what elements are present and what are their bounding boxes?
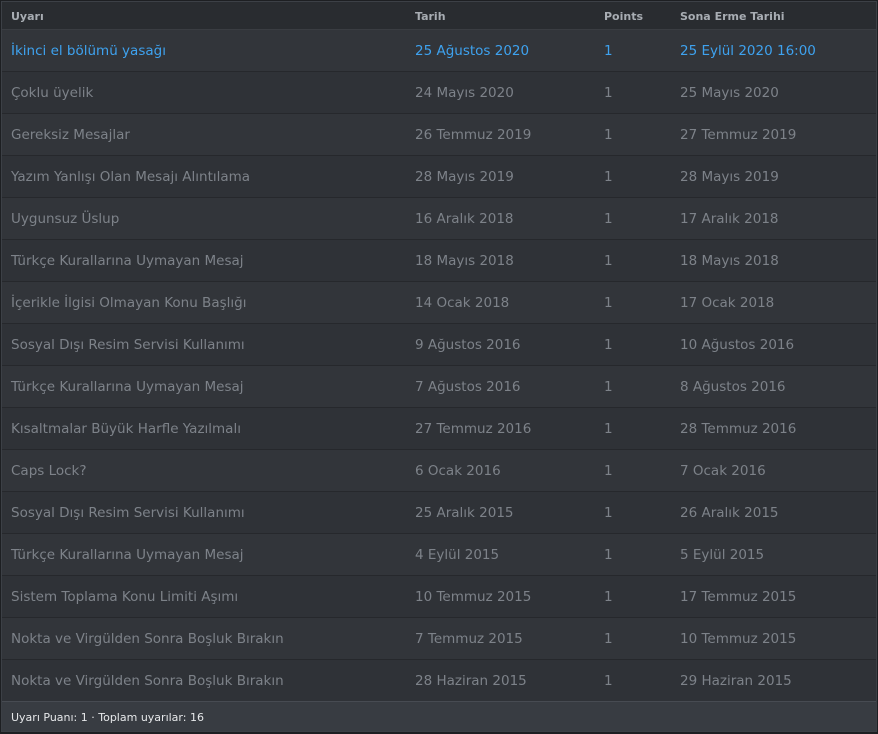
cell-points: 1 bbox=[604, 253, 613, 269]
cell-expiry: 17 Ocak 2018 bbox=[680, 295, 775, 311]
cell-date: 28 Haziran 2015 bbox=[415, 673, 527, 689]
cell-expiry: 28 Mayıs 2019 bbox=[680, 169, 779, 185]
table-row[interactable]: Türkçe Kurallarına Uymayan Mesaj 4 Eylül … bbox=[2, 534, 876, 576]
cell-warning: Gereksiz Mesajlar bbox=[11, 127, 130, 143]
cell-points: 1 bbox=[604, 421, 613, 437]
cell-date: 7 Ağustos 2016 bbox=[415, 379, 521, 395]
cell-expiry: 27 Temmuz 2019 bbox=[680, 127, 797, 143]
table-row[interactable]: İçerikle İlgisi Olmayan Konu Başlığı 14 O… bbox=[2, 282, 876, 324]
cell-points: 1 bbox=[604, 85, 613, 101]
cell-warning: Caps Lock? bbox=[11, 463, 87, 479]
cell-points: 1 bbox=[604, 295, 613, 311]
cell-warning: Sistem Toplama Konu Limiti Aşımı bbox=[11, 589, 239, 605]
table-row[interactable]: Uygunsuz Üslup 16 Aralık 2018 1 17 Aralık 2… bbox=[2, 198, 876, 240]
table-row[interactable]: Çoklu üyelik 24 Mayıs 2020 1 25 Mayıs 2020 bbox=[2, 72, 876, 114]
cell-date: 25 Aralık 2015 bbox=[415, 505, 514, 521]
cell-warning: Çoklu üyelik bbox=[11, 85, 94, 101]
cell-points: 1 bbox=[604, 43, 613, 59]
table-row[interactable]: Nokta ve Virgülden Sonra Boşluk Bırakın 2… bbox=[2, 660, 876, 702]
cell-date: 16 Aralık 2018 bbox=[415, 211, 514, 227]
cell-expiry: 10 Ağustos 2016 bbox=[680, 337, 795, 353]
cell-warning: Uygunsuz Üslup bbox=[11, 211, 120, 227]
cell-expiry: 8 Ağustos 2016 bbox=[680, 379, 786, 395]
cell-date: 27 Temmuz 2016 bbox=[415, 421, 532, 437]
cell-expiry: 25 Mayıs 2020 bbox=[680, 85, 779, 101]
table-header: Uyarı Tarih Points Sona Erme Tarihi bbox=[2, 2, 876, 30]
table-body: İkinci el bölümü yasağı 25 Ağustos 2020 1 2… bbox=[2, 30, 876, 702]
cell-points: 1 bbox=[604, 631, 613, 647]
table-row[interactable]: Nokta ve Virgülden Sonra Boşluk Bırakın 7… bbox=[2, 618, 876, 660]
cell-points: 1 bbox=[604, 337, 613, 353]
warning-summary: Uyarı Puanı: 1 · Toplam uyarılar: 16 bbox=[11, 711, 204, 724]
cell-date: 9 Ağustos 2016 bbox=[415, 337, 521, 353]
cell-expiry: 25 Eylül 2020 16:00 bbox=[680, 43, 816, 59]
header-warning: Uyarı bbox=[11, 10, 44, 23]
cell-date: 25 Ağustos 2020 bbox=[415, 43, 530, 59]
cell-points: 1 bbox=[604, 505, 613, 521]
table-row[interactable]: Yazım Yanlışı Olan Mesajı Alıntılama 28 M… bbox=[2, 156, 876, 198]
cell-expiry: 5 Eylül 2015 bbox=[680, 547, 765, 563]
cell-warning: Sosyal Dışı Resim Servisi Kullanımı bbox=[11, 505, 245, 521]
cell-date: 14 Ocak 2018 bbox=[415, 295, 510, 311]
cell-warning: Nokta ve Virgülden Sonra Boşluk Bırakın bbox=[11, 673, 284, 689]
table-footer: Uyarı Puanı: 1 · Toplam uyarılar: 16 bbox=[2, 701, 876, 731]
cell-warning: Türkçe Kurallarına Uymayan Mesaj bbox=[11, 547, 244, 563]
table-row[interactable]: Caps Lock? 6 Ocak 2016 1 7 Ocak 2016 bbox=[2, 450, 876, 492]
cell-date: 7 Temmuz 2015 bbox=[415, 631, 523, 647]
cell-warning: Yazım Yanlışı Olan Mesajı Alıntılama bbox=[11, 169, 251, 185]
table-row[interactable]: Kısaltmalar Büyük Harfle Yazılmalı 27 Tem… bbox=[2, 408, 876, 450]
cell-warning: İçerikle İlgisi Olmayan Konu Başlığı bbox=[11, 295, 247, 311]
cell-expiry: 10 Temmuz 2015 bbox=[680, 631, 797, 647]
header-expiry: Sona Erme Tarihi bbox=[680, 10, 785, 23]
table-row[interactable]: Gereksiz Mesajlar 26 Temmuz 2019 1 27 Temmu… bbox=[2, 114, 876, 156]
cell-date: 28 Mayıs 2019 bbox=[415, 169, 514, 185]
cell-points: 1 bbox=[604, 463, 613, 479]
cell-date: 6 Ocak 2016 bbox=[415, 463, 501, 479]
table-row[interactable]: Türkçe Kurallarına Uymayan Mesaj 7 Ağusto… bbox=[2, 366, 876, 408]
table-row[interactable]: İkinci el bölümü yasağı 25 Ağustos 2020 1 2… bbox=[2, 30, 876, 72]
cell-expiry: 29 Haziran 2015 bbox=[680, 673, 792, 689]
cell-points: 1 bbox=[604, 379, 613, 395]
header-date: Tarih bbox=[415, 10, 446, 23]
table-row[interactable]: Sosyal Dışı Resim Servisi Kullanımı 25 Ar… bbox=[2, 492, 876, 534]
cell-warning: Sosyal Dışı Resim Servisi Kullanımı bbox=[11, 337, 245, 353]
cell-warning: İkinci el bölümü yasağı bbox=[11, 43, 166, 59]
cell-date: 18 Mayıs 2018 bbox=[415, 253, 514, 269]
cell-warning: Türkçe Kurallarına Uymayan Mesaj bbox=[11, 379, 244, 395]
cell-points: 1 bbox=[604, 589, 613, 605]
cell-expiry: 18 Mayıs 2018 bbox=[680, 253, 779, 269]
cell-expiry: 17 Temmuz 2015 bbox=[680, 589, 797, 605]
table-row[interactable]: Sistem Toplama Konu Limiti Aşımı 10 Temmu… bbox=[2, 576, 876, 618]
cell-warning: Türkçe Kurallarına Uymayan Mesaj bbox=[11, 253, 244, 269]
cell-date: 26 Temmuz 2019 bbox=[415, 127, 532, 143]
table-row[interactable]: Sosyal Dışı Resim Servisi Kullanımı 9 Ağu… bbox=[2, 324, 876, 366]
cell-points: 1 bbox=[604, 169, 613, 185]
cell-points: 1 bbox=[604, 211, 613, 227]
warnings-panel: Uyarı Tarih Points Sona Erme Tarihi İkin… bbox=[1, 1, 877, 732]
cell-points: 1 bbox=[604, 127, 613, 143]
cell-expiry: 7 Ocak 2016 bbox=[680, 463, 766, 479]
cell-warning: Kısaltmalar Büyük Harfle Yazılmalı bbox=[11, 421, 241, 437]
cell-expiry: 17 Aralık 2018 bbox=[680, 211, 779, 227]
cell-warning: Nokta ve Virgülden Sonra Boşluk Bırakın bbox=[11, 631, 284, 647]
cell-points: 1 bbox=[604, 547, 613, 563]
cell-expiry: 28 Temmuz 2016 bbox=[680, 421, 797, 437]
table-row[interactable]: Türkçe Kurallarına Uymayan Mesaj 18 Mayıs… bbox=[2, 240, 876, 282]
cell-date: 4 Eylül 2015 bbox=[415, 547, 500, 563]
cell-points: 1 bbox=[604, 673, 613, 689]
header-points: Points bbox=[604, 10, 644, 23]
cell-date: 10 Temmuz 2015 bbox=[415, 589, 532, 605]
cell-date: 24 Mayıs 2020 bbox=[415, 85, 514, 101]
cell-expiry: 26 Aralık 2015 bbox=[680, 505, 779, 521]
